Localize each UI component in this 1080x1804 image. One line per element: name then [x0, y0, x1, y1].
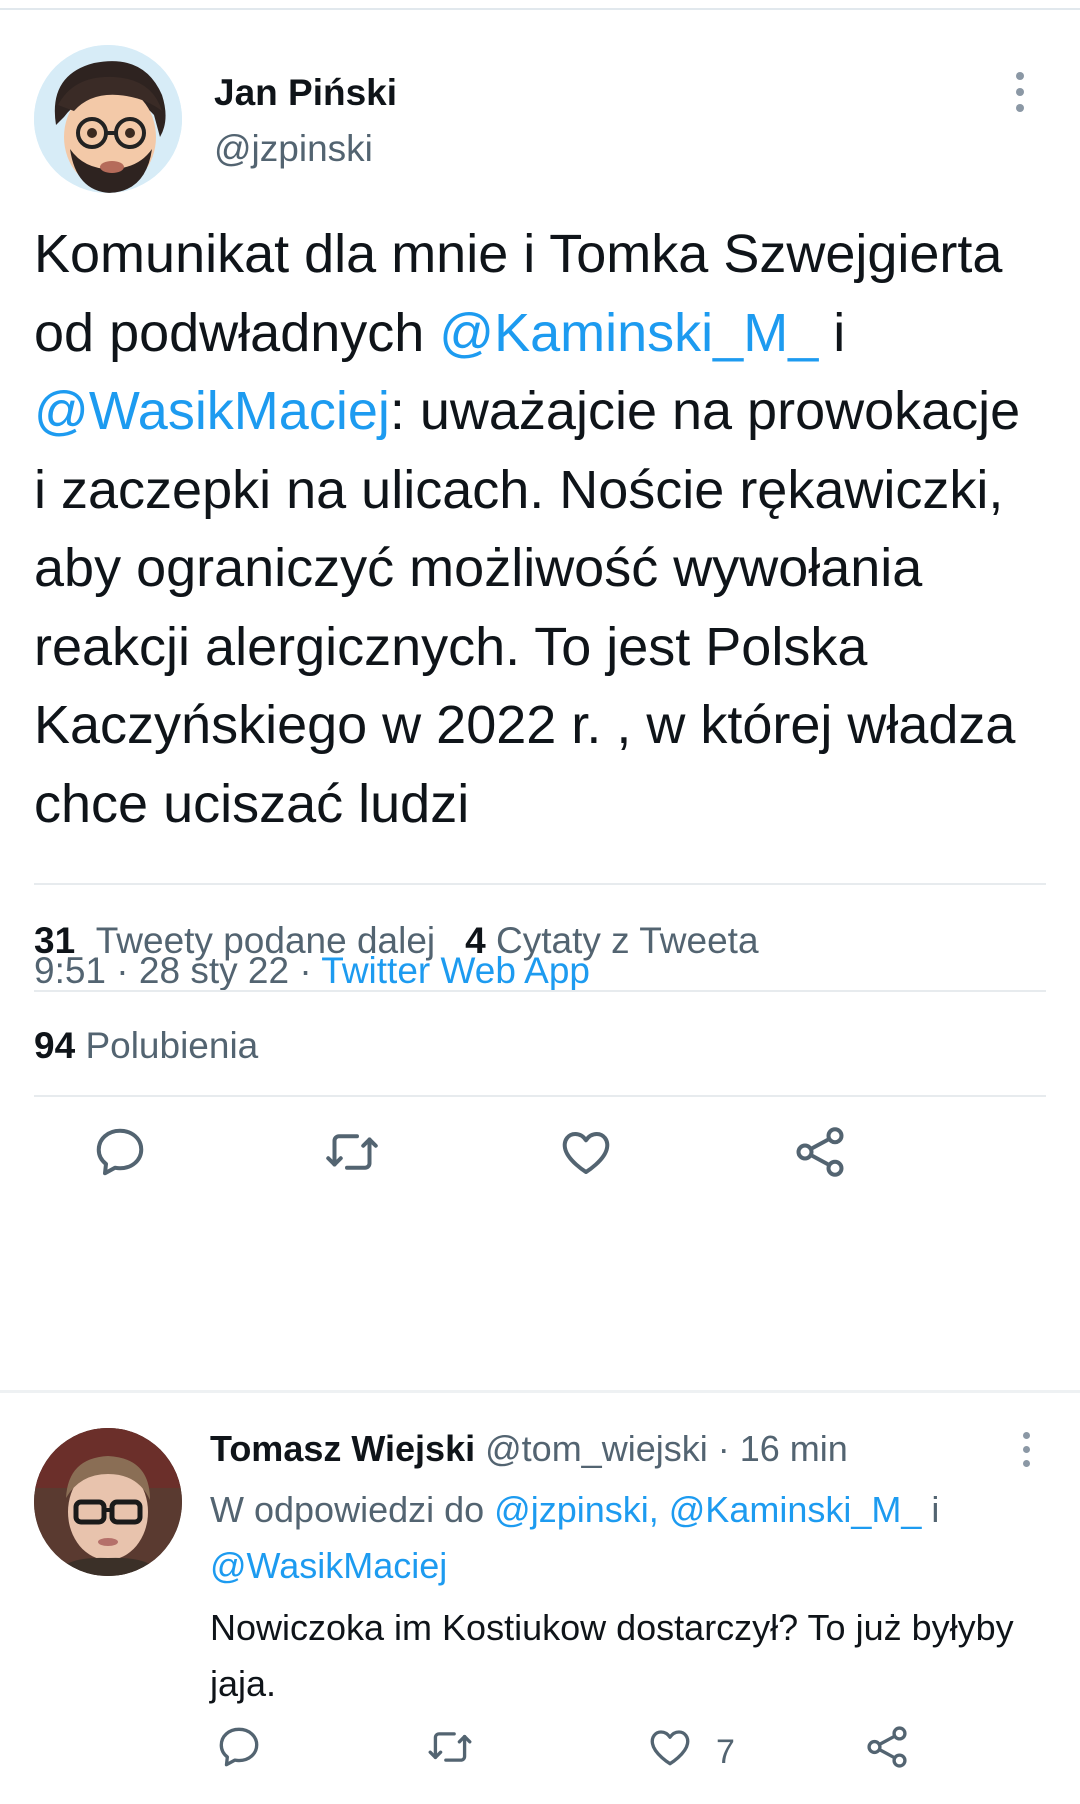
author-handle[interactable]: @jzpinski — [214, 128, 373, 170]
tweet-text-part: : uważajcie na prowokacje i zaczepki na … — [34, 381, 1021, 834]
tweet-text-part: i — [818, 302, 846, 363]
like-icon[interactable] — [556, 1122, 616, 1182]
mention-link[interactable]: @Kaminski_M_ — [439, 303, 818, 363]
likes-stat[interactable]: 94 Polubienia — [34, 1025, 258, 1067]
likes-count: 94 — [34, 1025, 76, 1066]
share-icon[interactable] — [790, 1122, 850, 1182]
reply-icon[interactable] — [90, 1122, 150, 1182]
mention-link[interactable]: @jzpinski, — [494, 1489, 659, 1530]
reply-author-avatar[interactable] — [34, 1428, 182, 1576]
retweet-icon[interactable] — [322, 1122, 382, 1182]
quotes-count: 4 — [465, 920, 486, 961]
reply-like-icon[interactable] — [645, 1722, 695, 1772]
reply-author-name[interactable]: Tomasz Wiejski — [210, 1428, 475, 1469]
divider — [34, 990, 1046, 992]
retweets-stat[interactable]: 31 Tweety podane dalej — [34, 920, 435, 961]
reply-retweet-icon[interactable] — [425, 1722, 475, 1772]
mention-link[interactable]: @WasikMaciej — [34, 381, 390, 441]
author-name[interactable]: Jan Piński — [214, 72, 397, 114]
divider — [34, 883, 1046, 885]
top-border — [0, 8, 1080, 10]
meta-separator: · — [707, 1428, 740, 1469]
retweets-count: 31 — [34, 920, 76, 961]
quotes-label: Cytaty z Tweeta — [496, 920, 759, 961]
mention-link[interactable]: @WasikMaciej — [210, 1545, 447, 1586]
reply-share-icon[interactable] — [862, 1722, 912, 1772]
reply-to-label: W odpowiedzi do — [210, 1489, 495, 1530]
tweet-text: Komunikat dla mnie i Tomka Szwejgierta o… — [34, 215, 1034, 843]
engagement-stats-row: 31 Tweety podane dalej 4 Cytaty z Tweeta — [34, 920, 759, 962]
reply-to-and: i — [921, 1489, 940, 1530]
reply-to-line: W odpowiedzi do @jzpinski, @Kaminski_M_ … — [210, 1482, 1030, 1594]
reply-header: Tomasz Wiejski @tom_wiejski · 16 min — [210, 1428, 848, 1470]
reply-author-handle[interactable]: @tom_wiejski — [485, 1428, 708, 1469]
likes-label: Polubienia — [85, 1025, 259, 1066]
reply-like-count: 7 — [716, 1733, 735, 1771]
quotes-stat[interactable]: 4 Cytaty z Tweeta — [465, 920, 758, 961]
reply-reply-icon[interactable] — [214, 1722, 264, 1772]
divider — [34, 1095, 1046, 1097]
mention-link[interactable]: @Kaminski_M_ — [669, 1489, 922, 1530]
author-avatar[interactable] — [34, 45, 182, 193]
retweets-label: Tweety podane dalej — [95, 920, 436, 961]
section-separator — [0, 1390, 1080, 1393]
reply-more-icon[interactable] — [1016, 1432, 1036, 1476]
more-icon[interactable] — [1010, 72, 1030, 120]
reply-time[interactable]: 16 min — [740, 1428, 848, 1469]
reply-text: Nowiczoka im Kostiukow dostarczył? To ju… — [210, 1607, 1014, 1704]
